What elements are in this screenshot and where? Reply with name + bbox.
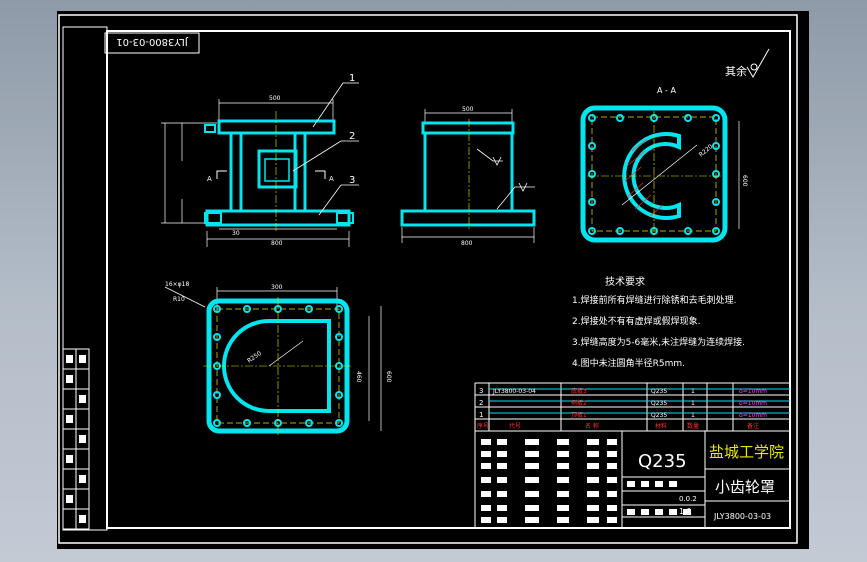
tech-requirements: 技术要求 1.焊接前所有焊缝进行除锈和去毛刺处理. 2.焊接处不有有虚焊或假焊现… [572,275,745,369]
title-drawing-no: JLY3800-03-03 [713,512,771,521]
title-sheet: 0.0.2 [679,495,697,503]
svg-text:500: 500 [462,106,474,113]
top-view: 300 16×φ18 R10 460 600 R250 [164,281,392,435]
part-row-qty: 1 [691,388,695,395]
svg-text:R250: R250 [246,350,263,365]
svg-text:30: 30 [232,230,240,237]
title-material: Q235 [638,451,687,472]
svg-text:A: A [329,175,334,183]
front-view: 500 800 30 A A 1 2 3 [161,73,359,247]
tech-req-title: 技术要求 [605,275,645,288]
part-row-no: 3 [479,387,483,395]
leader-1: 1 [349,73,355,84]
title-block: Q235 盐城工学院 小齿轮罩 JLY3800-03-03 1:1 0.0.2 [474,430,791,529]
part-row-name: 顶板1 [571,411,587,419]
svg-text:其余: 其余 [725,64,747,78]
part-row-material: Q235 [651,388,667,395]
side-view: 500 800 [400,106,536,247]
tech-req-item-3: 3.焊缝高度为5-6毫米,未注焊缝为连续焊接. [572,336,745,348]
svg-text:R220: R220 [698,143,715,159]
drawing-sheet: JLY3800-03-01 其余 500 800 30 A A 1 2 3 50… [58,14,798,544]
tech-req-item-1: 1.焊接前所有焊缝进行除锈和去毛刺处理. [572,294,736,306]
part-row-no: 2 [479,399,483,407]
part-row-qty: 1 [691,412,695,419]
tech-req-item-4: 4.图中未注圆角半径R5mm. [572,357,685,369]
svg-text:JLY3800-03-01: JLY3800-03-01 [116,36,188,47]
drawing-number-mirrored: JLY3800-03-01 [116,36,188,47]
tech-req-item-2: 2.焊接处不有有虚焊或假焊现象. [572,315,700,327]
leader-2: 2 [349,131,355,142]
parts-header-material: 材料 [655,422,667,430]
binding-margin [62,26,108,531]
parts-header-no: 序号 [477,422,489,430]
part-row-note: δ=10mm [739,400,767,407]
svg-text:800: 800 [461,240,473,247]
part-row-qty: 1 [691,400,695,407]
title-part-name: 小齿轮罩 [715,478,775,496]
part-row-material: Q235 [651,400,667,407]
title-scale: 1:1 [679,507,692,516]
svg-text:300: 300 [271,284,283,291]
svg-text:800: 800 [271,240,283,247]
parts-header-qty: 数量 [687,422,699,430]
part-row-no: 1 [479,411,483,419]
svg-text:500: 500 [269,95,281,102]
title-school: 盐城工学院 [709,443,784,461]
svg-text:600: 600 [385,371,392,383]
parts-header-note: 备注 [747,422,759,430]
part-row-name: 侧板2 [571,399,587,407]
part-row-note: δ=10mm [739,388,767,395]
part-row-code: JLY3800-03-04 [492,388,536,395]
parts-header-name: 名 称 [585,422,599,430]
svg-text:16×φ18: 16×φ18 [165,281,189,288]
svg-text:A: A [207,175,212,183]
svg-text:A - A: A - A [657,86,676,95]
cad-viewport[interactable]: JLY3800-03-01 其余 500 800 30 A A 1 2 3 50… [57,11,809,549]
parts-list: 3 JLY3800-03-04 底板3 Q235 1 δ=10mm 2 侧板2 … [474,382,791,432]
svg-text:600: 600 [741,175,748,187]
svg-text:R10: R10 [173,296,185,303]
part-row-material: Q235 [651,412,667,419]
section-aa-view: A - A R220 600 [580,86,748,243]
part-row-name: 底板3 [571,387,587,395]
part-row-note: δ=10mm [739,412,767,419]
svg-text:460: 460 [355,371,362,383]
parts-header-code: 代号 [509,422,521,430]
leader-3: 3 [349,175,355,186]
roughness-symbol: 其余 [725,48,770,78]
